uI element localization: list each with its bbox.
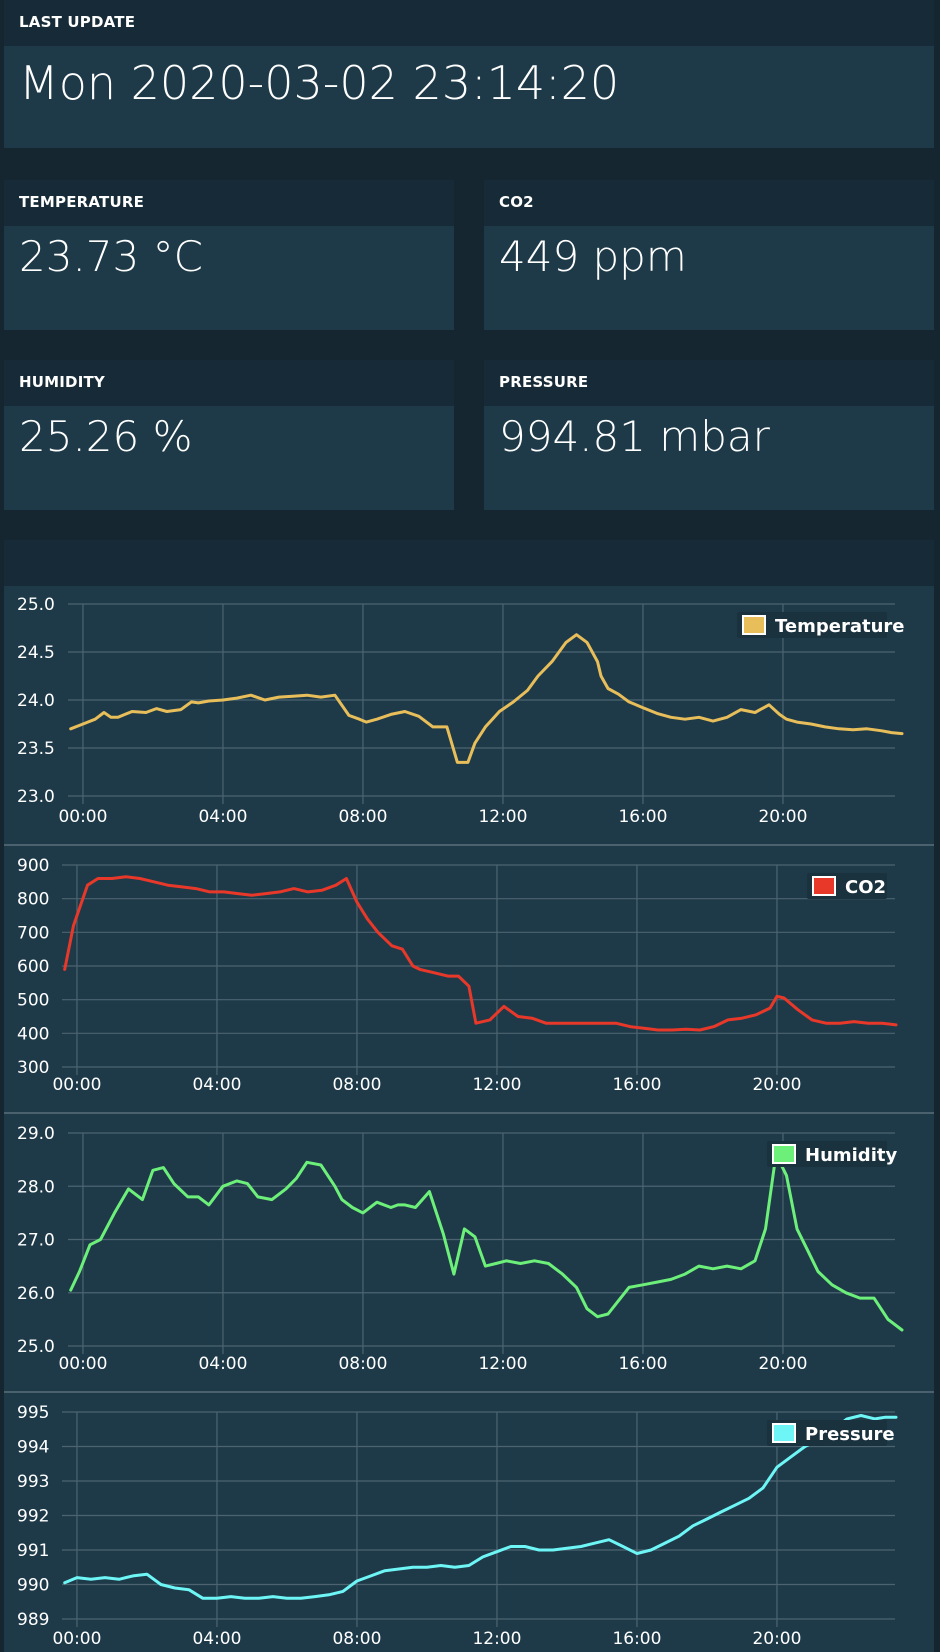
y-tick-label: 900 (17, 856, 49, 876)
y-tick-label: 992 (17, 1507, 49, 1527)
y-tick-label: 995 (17, 1403, 49, 1423)
legend-label: CO2 (845, 877, 886, 898)
y-tick-label: 800 (17, 890, 49, 910)
x-tick-label: 20:00 (758, 1354, 807, 1374)
y-tick-label: 991 (17, 1541, 49, 1561)
y-tick-label: 23.5 (17, 739, 55, 759)
last-update-label: LAST UPDATE (4, 0, 934, 46)
y-tick-label: 990 (17, 1576, 49, 1596)
charts-panel: 23.0 23.5 24.0 24.5 25.0 00:00 04:00 08:00 12:00… (4, 586, 934, 1652)
legend-co2[interactable]: CO2 (807, 873, 887, 899)
pressure-label: PRESSURE (484, 360, 934, 406)
x-tick-label: 00:00 (52, 1075, 101, 1095)
y-tick-label: 989 (17, 1610, 49, 1630)
charts-panel-header (4, 540, 934, 586)
legend-swatch (812, 876, 836, 896)
y-tick-label: 500 (17, 991, 49, 1011)
y-tick-label: 700 (17, 923, 49, 943)
x-tick-label: 00:00 (58, 1354, 107, 1374)
temperature-label: TEMPERATURE (4, 180, 454, 226)
x-tick-label: 00:00 (58, 807, 107, 827)
x-tick-label: 00:00 (52, 1629, 101, 1649)
temperature-value: 23.73 °C (19, 232, 203, 281)
x-tick-label: 04:00 (198, 1354, 247, 1374)
y-tick-label: 994 (17, 1438, 49, 1458)
chart-co2: 300 400 500 600 700 800 900 00:00 04:00 08:00 12:0… (4, 856, 934, 1114)
y-tick-label: 300 (17, 1058, 49, 1078)
y-tick-label: 25.0 (17, 1337, 55, 1357)
legend-label: Humidity (805, 1145, 897, 1166)
last-update-value: Mon 2020-03-02 23:14:20 (19, 56, 620, 110)
legend-temperature[interactable]: Temperature (737, 612, 904, 638)
temperature-card: TEMPERATURE 23.73 °C (4, 180, 454, 330)
pressure-card: PRESSURE 994.81 mbar (484, 360, 934, 510)
y-tick-label: 993 (17, 1472, 49, 1492)
series-line-humidity (69, 1152, 904, 1332)
x-tick-label: 12:00 (472, 1075, 521, 1095)
x-tick-label: 08:00 (338, 1354, 387, 1374)
legend-swatch (742, 615, 766, 635)
x-tick-label: 08:00 (338, 807, 387, 827)
humidity-label: HUMIDITY (4, 360, 454, 406)
x-tick-label: 16:00 (618, 807, 667, 827)
legend-label: Pressure (805, 1424, 895, 1445)
chart-temperature: 23.0 23.5 24.0 24.5 25.0 00:00 04:00 08:00 12:00… (4, 595, 934, 846)
legend-swatch (772, 1423, 796, 1443)
y-tick-label: 600 (17, 957, 49, 977)
last-update-panel: LAST UPDATE Mon 2020-03-02 23:14:20 (4, 0, 934, 148)
y-tick-label: 24.5 (17, 643, 55, 663)
y-tick-label: 23.0 (17, 787, 55, 807)
x-tick-label: 20:00 (758, 807, 807, 827)
x-tick-label: 16:00 (612, 1075, 661, 1095)
y-tick-label: 27.0 (17, 1231, 55, 1251)
chart-humidity: 25.0 26.0 27.0 28.0 29.0 00:00 04:00 08:00 12:00… (4, 1124, 934, 1393)
y-tick-label: 400 (17, 1024, 49, 1044)
x-tick-label: 04:00 (192, 1075, 241, 1095)
y-tick-label: 26.0 (17, 1284, 55, 1304)
x-tick-label: 04:00 (192, 1629, 241, 1649)
series-line-co2 (63, 875, 898, 1032)
x-tick-label: 20:00 (752, 1629, 801, 1649)
x-tick-label: 12:00 (478, 1354, 527, 1374)
humidity-card: HUMIDITY 25.26 % (4, 360, 454, 510)
co2-label: CO2 (484, 180, 934, 226)
series-line-temperature (69, 633, 904, 764)
y-tick-label: 24.0 (17, 691, 55, 711)
x-tick-label: 04:00 (198, 807, 247, 827)
legend-pressure[interactable]: Pressure (767, 1420, 895, 1446)
co2-value: 449 ppm (499, 232, 687, 281)
y-tick-label: 29.0 (17, 1124, 55, 1144)
co2-card: CO2 449 ppm (484, 180, 934, 330)
chart-pressure: 989 990 991 992 993 994 995 00:00 04:00 08:00 12:0… (17, 1403, 898, 1649)
y-tick-label: 28.0 (17, 1177, 55, 1197)
y-tick-label: 25.0 (17, 595, 55, 615)
x-tick-label: 16:00 (612, 1629, 661, 1649)
x-tick-label: 08:00 (332, 1075, 381, 1095)
humidity-value: 25.26 % (19, 412, 193, 461)
x-tick-label: 16:00 (618, 1354, 667, 1374)
x-tick-label: 08:00 (332, 1629, 381, 1649)
legend-swatch (772, 1144, 796, 1164)
pressure-value: 994.81 mbar (499, 412, 770, 461)
x-tick-label: 20:00 (752, 1075, 801, 1095)
x-tick-label: 12:00 (478, 807, 527, 827)
legend-humidity[interactable]: Humidity (767, 1141, 897, 1167)
charts-svg: 23.023.524.024.525.000:00 04:00 08:00 12:00… (4, 595, 934, 1649)
legend-label: Temperature (775, 616, 904, 637)
x-tick-label: 12:00 (472, 1629, 521, 1649)
